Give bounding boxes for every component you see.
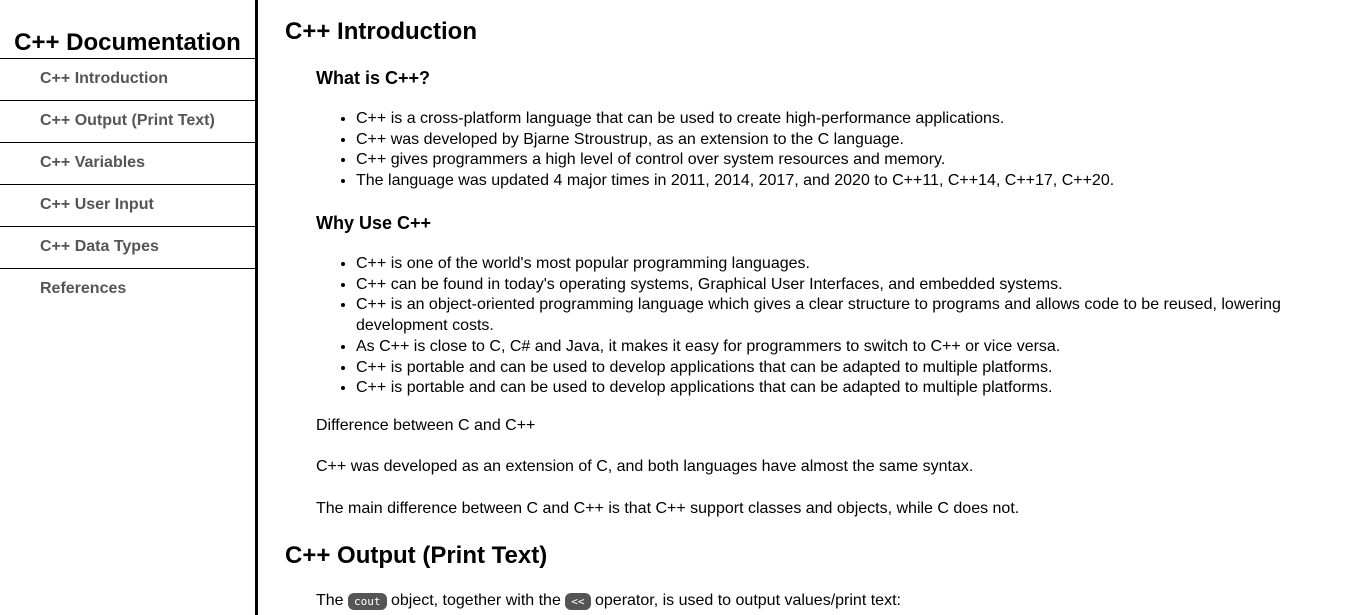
section-title-introduction: C++ Introduction: [285, 18, 477, 45]
why-use-list: C++ is one of the world's most popular p…: [316, 254, 1316, 399]
sidebar-title: C++ Documentation: [14, 29, 241, 56]
list-item: C++ is an object-oriented programming la…: [356, 295, 1316, 336]
list-item: As C++ is close to C, C# and Java, it ma…: [356, 337, 1316, 358]
sidebar-item-references[interactable]: References: [0, 268, 255, 310]
code-insertion-operator: <<: [565, 593, 591, 610]
output-paragraph: The cout object, together with the << op…: [316, 591, 901, 612]
difference-paragraph: C++ was developed as an extension of C, …: [316, 458, 974, 475]
list-item: C++ gives programmers a high level of co…: [356, 150, 1316, 171]
sidebar-item-output[interactable]: C++ Output (Print Text): [0, 100, 255, 142]
sidebar-menu: C++ Introduction C++ Output (Print Text)…: [0, 58, 255, 310]
sidebar-item-data-types[interactable]: C++ Data Types: [0, 226, 255, 268]
section-title-output: C++ Output (Print Text): [285, 542, 548, 569]
output-text-middle: object, together with the: [386, 592, 566, 609]
list-item: C++ was developed by Bjarne Stroustrup, …: [356, 130, 1316, 151]
difference-paragraph: The main difference between C and C++ is…: [316, 500, 1020, 517]
sidebar-nav: C++ Documentation C++ Introduction C++ O…: [0, 0, 258, 615]
code-cout: cout: [348, 593, 387, 610]
list-item: C++ is a cross-platform language that ca…: [356, 109, 1316, 130]
list-item: C++ can be found in today's operating sy…: [356, 275, 1316, 296]
difference-heading: Difference between C and C++: [316, 417, 536, 434]
output-text-after: operator, is used to output values/print…: [590, 592, 901, 609]
list-item: C++ is one of the world's most popular p…: [356, 254, 1316, 275]
why-use-heading: Why Use C++: [316, 213, 432, 233]
sidebar-item-user-input[interactable]: C++ User Input: [0, 184, 255, 226]
main-content: C++ Introduction What is C++? C++ is a c…: [285, 0, 1325, 615]
sidebar-item-introduction[interactable]: C++ Introduction: [0, 58, 255, 100]
sidebar-item-variables[interactable]: C++ Variables: [0, 142, 255, 184]
what-is-list: C++ is a cross-platform language that ca…: [316, 109, 1316, 192]
output-text-before: The: [316, 592, 349, 609]
what-is-heading: What is C++?: [316, 68, 431, 88]
list-item: C++ is portable and can be used to devel…: [356, 358, 1316, 379]
list-item: C++ is portable and can be used to devel…: [356, 378, 1316, 399]
list-item: The language was updated 4 major times i…: [356, 171, 1316, 192]
